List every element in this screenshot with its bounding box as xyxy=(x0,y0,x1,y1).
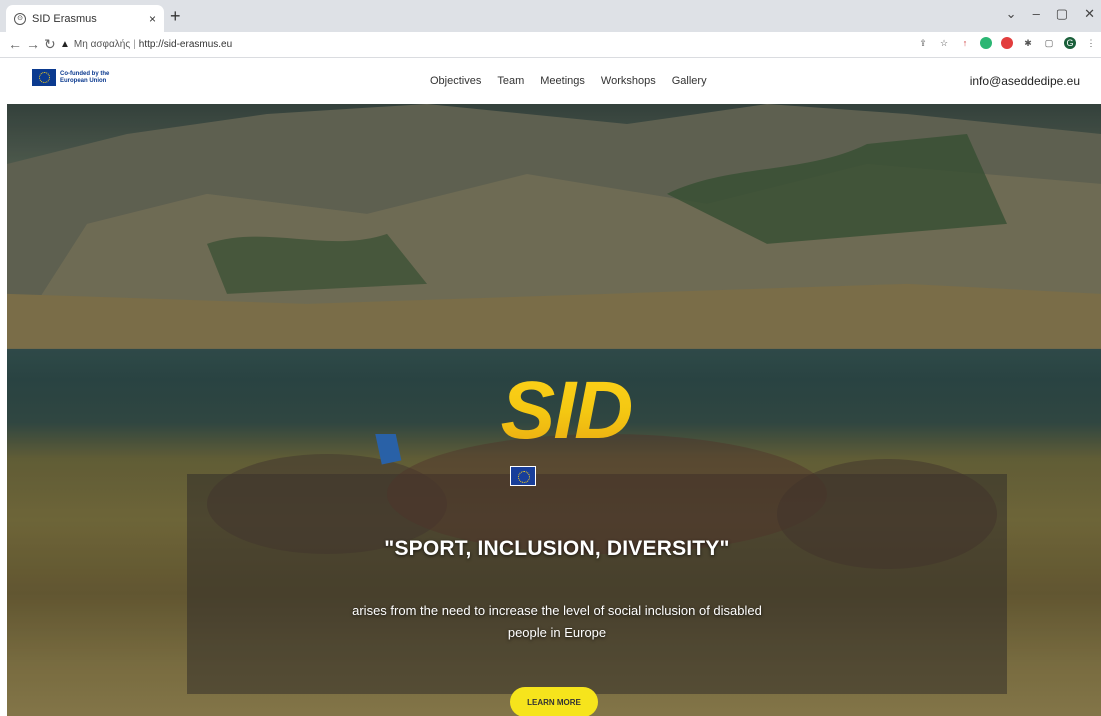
bookmark-star-icon[interactable]: ☆ xyxy=(938,37,950,49)
pin-icon[interactable]: ↑ xyxy=(959,37,971,49)
site-favicon-icon: ⊙ xyxy=(14,12,26,25)
close-tab-icon[interactable]: × xyxy=(149,12,156,26)
hero-slogan: "SPORT, INCLUSION, DIVERSITY" xyxy=(384,537,730,560)
forward-arrow-icon[interactable]: → xyxy=(26,36,40,52)
url-text: http://sid-erasmus.eu xyxy=(138,39,233,50)
close-window-button[interactable]: ✕ xyxy=(1084,6,1095,22)
hero-title: SID xyxy=(481,364,651,458)
share-icon[interactable]: ⇪ xyxy=(917,37,929,49)
security-label: Μη ασφαλής xyxy=(73,39,131,50)
learn-more-button[interactable]: LEARN MORE xyxy=(510,687,598,716)
nav-meetings[interactable]: Meetings xyxy=(540,75,585,87)
contact-email-link[interactable]: info@aseddedipe.eu xyxy=(970,74,1080,88)
extension-green-icon[interactable] xyxy=(980,37,992,49)
address-separator: | xyxy=(133,39,136,50)
tab-title: SID Erasmus xyxy=(32,12,97,25)
reload-icon[interactable]: ↻ xyxy=(44,36,56,53)
minimize-button[interactable]: – xyxy=(1033,6,1040,22)
eu-cofunded-logo[interactable]: Co-funded by the European Union xyxy=(32,69,120,86)
window-controls: ⌄ – ▢ ✕ xyxy=(1006,6,1095,22)
extension-red-icon[interactable] xyxy=(1001,37,1013,49)
nav-gallery[interactable]: Gallery xyxy=(672,75,707,87)
site-header: Co-funded by the European Union Objectiv… xyxy=(0,58,1101,104)
new-tab-button[interactable]: + xyxy=(170,7,181,25)
nav-objectives[interactable]: Objectives xyxy=(430,75,481,87)
address-bar[interactable]: ▲ Μη ασφαλής | http://sid-erasmus.eu xyxy=(60,35,950,54)
hero-subtitle: arises from the need to increase the lev… xyxy=(352,603,762,640)
extensions-puzzle-icon[interactable]: ✱ xyxy=(1022,37,1034,49)
back-arrow-icon[interactable]: ← xyxy=(8,36,22,52)
browser-toolbar: ← → ↻ ▲ Μη ασφαλής | http://sid-erasmus.… xyxy=(0,32,1101,58)
warning-icon[interactable]: ▲ xyxy=(60,39,70,50)
hero-banner: SID "SPORT, INCLUSION, DIVERSITY" arises… xyxy=(7,104,1101,716)
eu-flag-icon xyxy=(32,69,56,86)
eu-logo-text: Co-funded by the European Union xyxy=(60,70,110,84)
nav-workshops[interactable]: Workshops xyxy=(601,75,656,87)
menu-kebab-icon[interactable]: ⋮ xyxy=(1085,37,1097,49)
browser-tab-strip: ⊙ SID Erasmus × + ⌄ – ▢ ✕ xyxy=(0,0,1101,32)
site-navigation: Objectives Team Meetings Workshops Galle… xyxy=(430,75,707,87)
nav-team[interactable]: Team xyxy=(497,75,524,87)
sidebar-icon[interactable]: ▢ xyxy=(1043,37,1055,49)
tab-search-icon[interactable]: ⌄ xyxy=(1006,6,1017,22)
profile-avatar-icon[interactable]: G xyxy=(1064,37,1076,49)
browser-tab[interactable]: ⊙ SID Erasmus × xyxy=(6,5,164,32)
extensions-toolbar: ⇪ ☆ ↑ ✱ ▢ G ⋮ xyxy=(917,37,1097,49)
maximize-button[interactable]: ▢ xyxy=(1056,6,1068,22)
eu-flag-icon xyxy=(510,466,536,486)
